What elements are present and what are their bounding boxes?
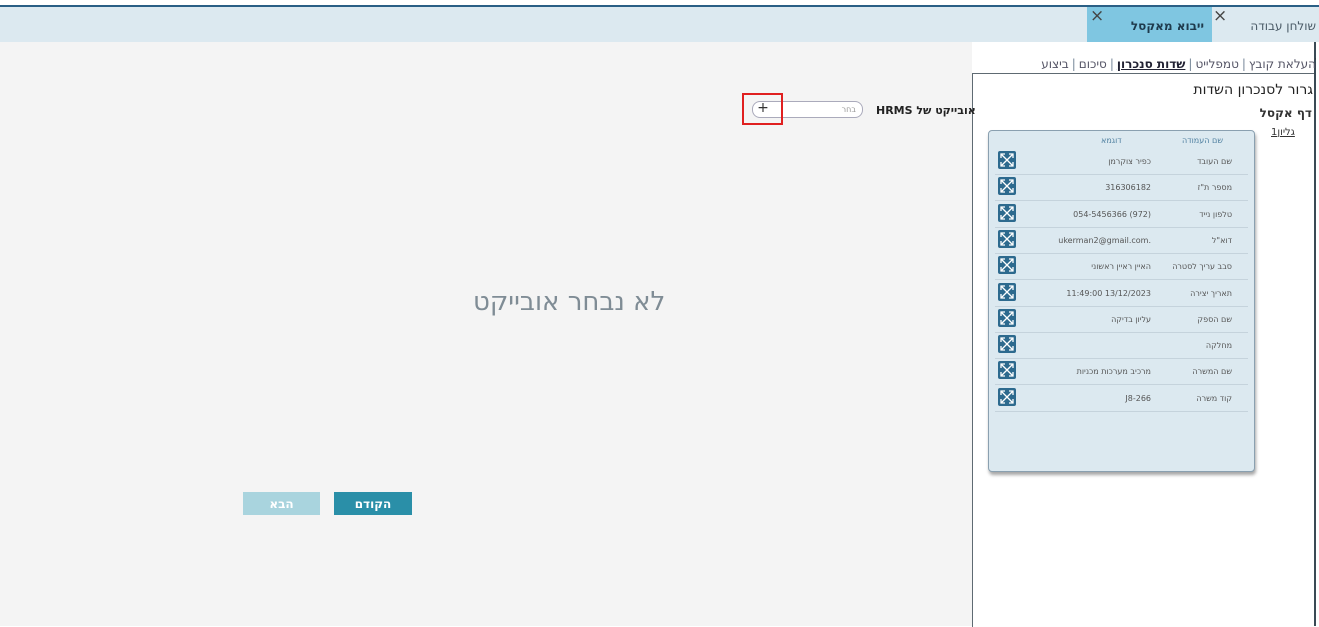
tab-excel-import[interactable]: × ייבוא מאקסל bbox=[1087, 7, 1212, 42]
column-header-example: דוגמא bbox=[1101, 136, 1122, 145]
hrms-object-label: אובייקט של HRMS bbox=[876, 104, 976, 117]
field-name: שם המשרה bbox=[1192, 367, 1232, 377]
drag-handle-icon[interactable] bbox=[998, 151, 1016, 169]
field-row[interactable]: 054-5456366 (972) טלפון נייד bbox=[995, 201, 1248, 228]
field-row[interactable]: 316306182 מספר ת"ז bbox=[995, 174, 1248, 202]
field-name: מחלקה bbox=[1205, 341, 1232, 351]
step-template[interactable]: טמפלייט bbox=[1195, 57, 1238, 71]
field-example: האיין ראיין ראשוני bbox=[1091, 262, 1151, 272]
drag-handle-icon[interactable] bbox=[998, 361, 1016, 380]
step-summary[interactable]: סיכום bbox=[1079, 57, 1107, 71]
panel-right-border bbox=[1314, 42, 1316, 626]
field-example: 11:49:00 13/12/2023 bbox=[1066, 288, 1151, 298]
field-example: ukerman2@gmail.com. bbox=[1058, 235, 1151, 245]
main-area bbox=[0, 42, 972, 626]
wizard-steps: העלאת קובץ|טמפלייט|שדות סנכרון|סיכום|ביצ… bbox=[1041, 57, 1316, 71]
next-button[interactable]: הבא bbox=[243, 492, 320, 515]
field-row[interactable]: עליון בדיקה שם הספק bbox=[995, 306, 1248, 333]
field-example: עליון בדיקה bbox=[1111, 314, 1151, 324]
field-example: 054-5456366 (972) bbox=[1073, 209, 1151, 219]
tab-excel-import-label: ייבוא מאקסל bbox=[1130, 19, 1204, 33]
fields-header: שם העמודה דוגמא bbox=[989, 133, 1254, 147]
field-row[interactable]: כפיר צוקרמן שם העובד bbox=[995, 148, 1248, 175]
panel-subtitle: דף אקסל bbox=[1259, 106, 1312, 120]
drag-handle-icon[interactable] bbox=[998, 335, 1016, 354]
field-example: 316306182 bbox=[1105, 183, 1151, 193]
tab-workspace[interactable]: × שולחן עבודה bbox=[1213, 7, 1319, 42]
field-row[interactable]: ukerman2@gmail.com. דוא"ל bbox=[995, 227, 1248, 254]
field-name: טלפון נייד bbox=[1199, 209, 1232, 219]
step-upload-file[interactable]: העלאת קובץ bbox=[1249, 57, 1316, 71]
field-row[interactable]: מרכיב מערכות מכניות שם המשרה bbox=[995, 358, 1248, 386]
column-header-name: שם העמודה bbox=[1182, 136, 1223, 145]
close-icon[interactable]: × bbox=[1213, 8, 1227, 25]
drag-handle-icon[interactable] bbox=[998, 229, 1016, 248]
previous-button[interactable]: הקודם bbox=[334, 492, 412, 515]
field-name: דוא"ל bbox=[1211, 235, 1232, 245]
tab-workspace-label: שולחן עבודה bbox=[1250, 19, 1316, 33]
field-example: מרכיב מערכות מכניות bbox=[1076, 367, 1151, 377]
drag-handle-icon[interactable] bbox=[998, 308, 1016, 327]
sheet-tab[interactable]: גליון1 bbox=[1271, 127, 1295, 138]
field-name: קוד משרה bbox=[1196, 393, 1232, 403]
drag-handle-icon[interactable] bbox=[998, 177, 1016, 196]
drag-handle-icon[interactable] bbox=[998, 203, 1016, 222]
field-name: תאריך יצירה bbox=[1190, 288, 1232, 298]
field-name: שם הספק bbox=[1197, 314, 1232, 324]
field-name: סבב עריך לסטרה bbox=[1172, 262, 1232, 272]
field-row[interactable]: J8-266 קוד משרה bbox=[995, 385, 1248, 412]
field-name: שם העובד bbox=[1197, 157, 1232, 166]
close-icon[interactable]: × bbox=[1090, 8, 1104, 25]
highlight-box bbox=[742, 93, 783, 125]
field-row[interactable]: מחלקה bbox=[995, 332, 1248, 360]
drag-handle-icon[interactable] bbox=[998, 282, 1016, 301]
panel-title: גרור לסנכרון השדות bbox=[1193, 82, 1313, 98]
drag-handle-icon[interactable] bbox=[998, 256, 1016, 275]
field-row[interactable]: 11:49:00 13/12/2023 תאריך יצירה bbox=[995, 280, 1248, 307]
empty-state-message: לא נבחר אובייקט bbox=[473, 287, 666, 317]
field-example: כפיר צוקרמן bbox=[1108, 157, 1151, 166]
drag-handle-icon[interactable] bbox=[998, 387, 1016, 406]
step-execute[interactable]: ביצוע bbox=[1041, 57, 1069, 71]
step-sync-fields[interactable]: שדות סנכרון bbox=[1117, 57, 1186, 71]
fields-list: שם העמודה דוגמא כפיר צוקרמן שם העובד 31630… bbox=[988, 130, 1255, 472]
tab-bar: × שולחן עבודה × ייבוא מאקסל bbox=[0, 7, 1319, 42]
field-name: מספר ת"ז bbox=[1197, 183, 1232, 193]
field-example: J8-266 bbox=[1125, 393, 1151, 403]
field-row[interactable]: האיין ראיין ראשוני סבב עריך לסטרה bbox=[995, 253, 1248, 281]
